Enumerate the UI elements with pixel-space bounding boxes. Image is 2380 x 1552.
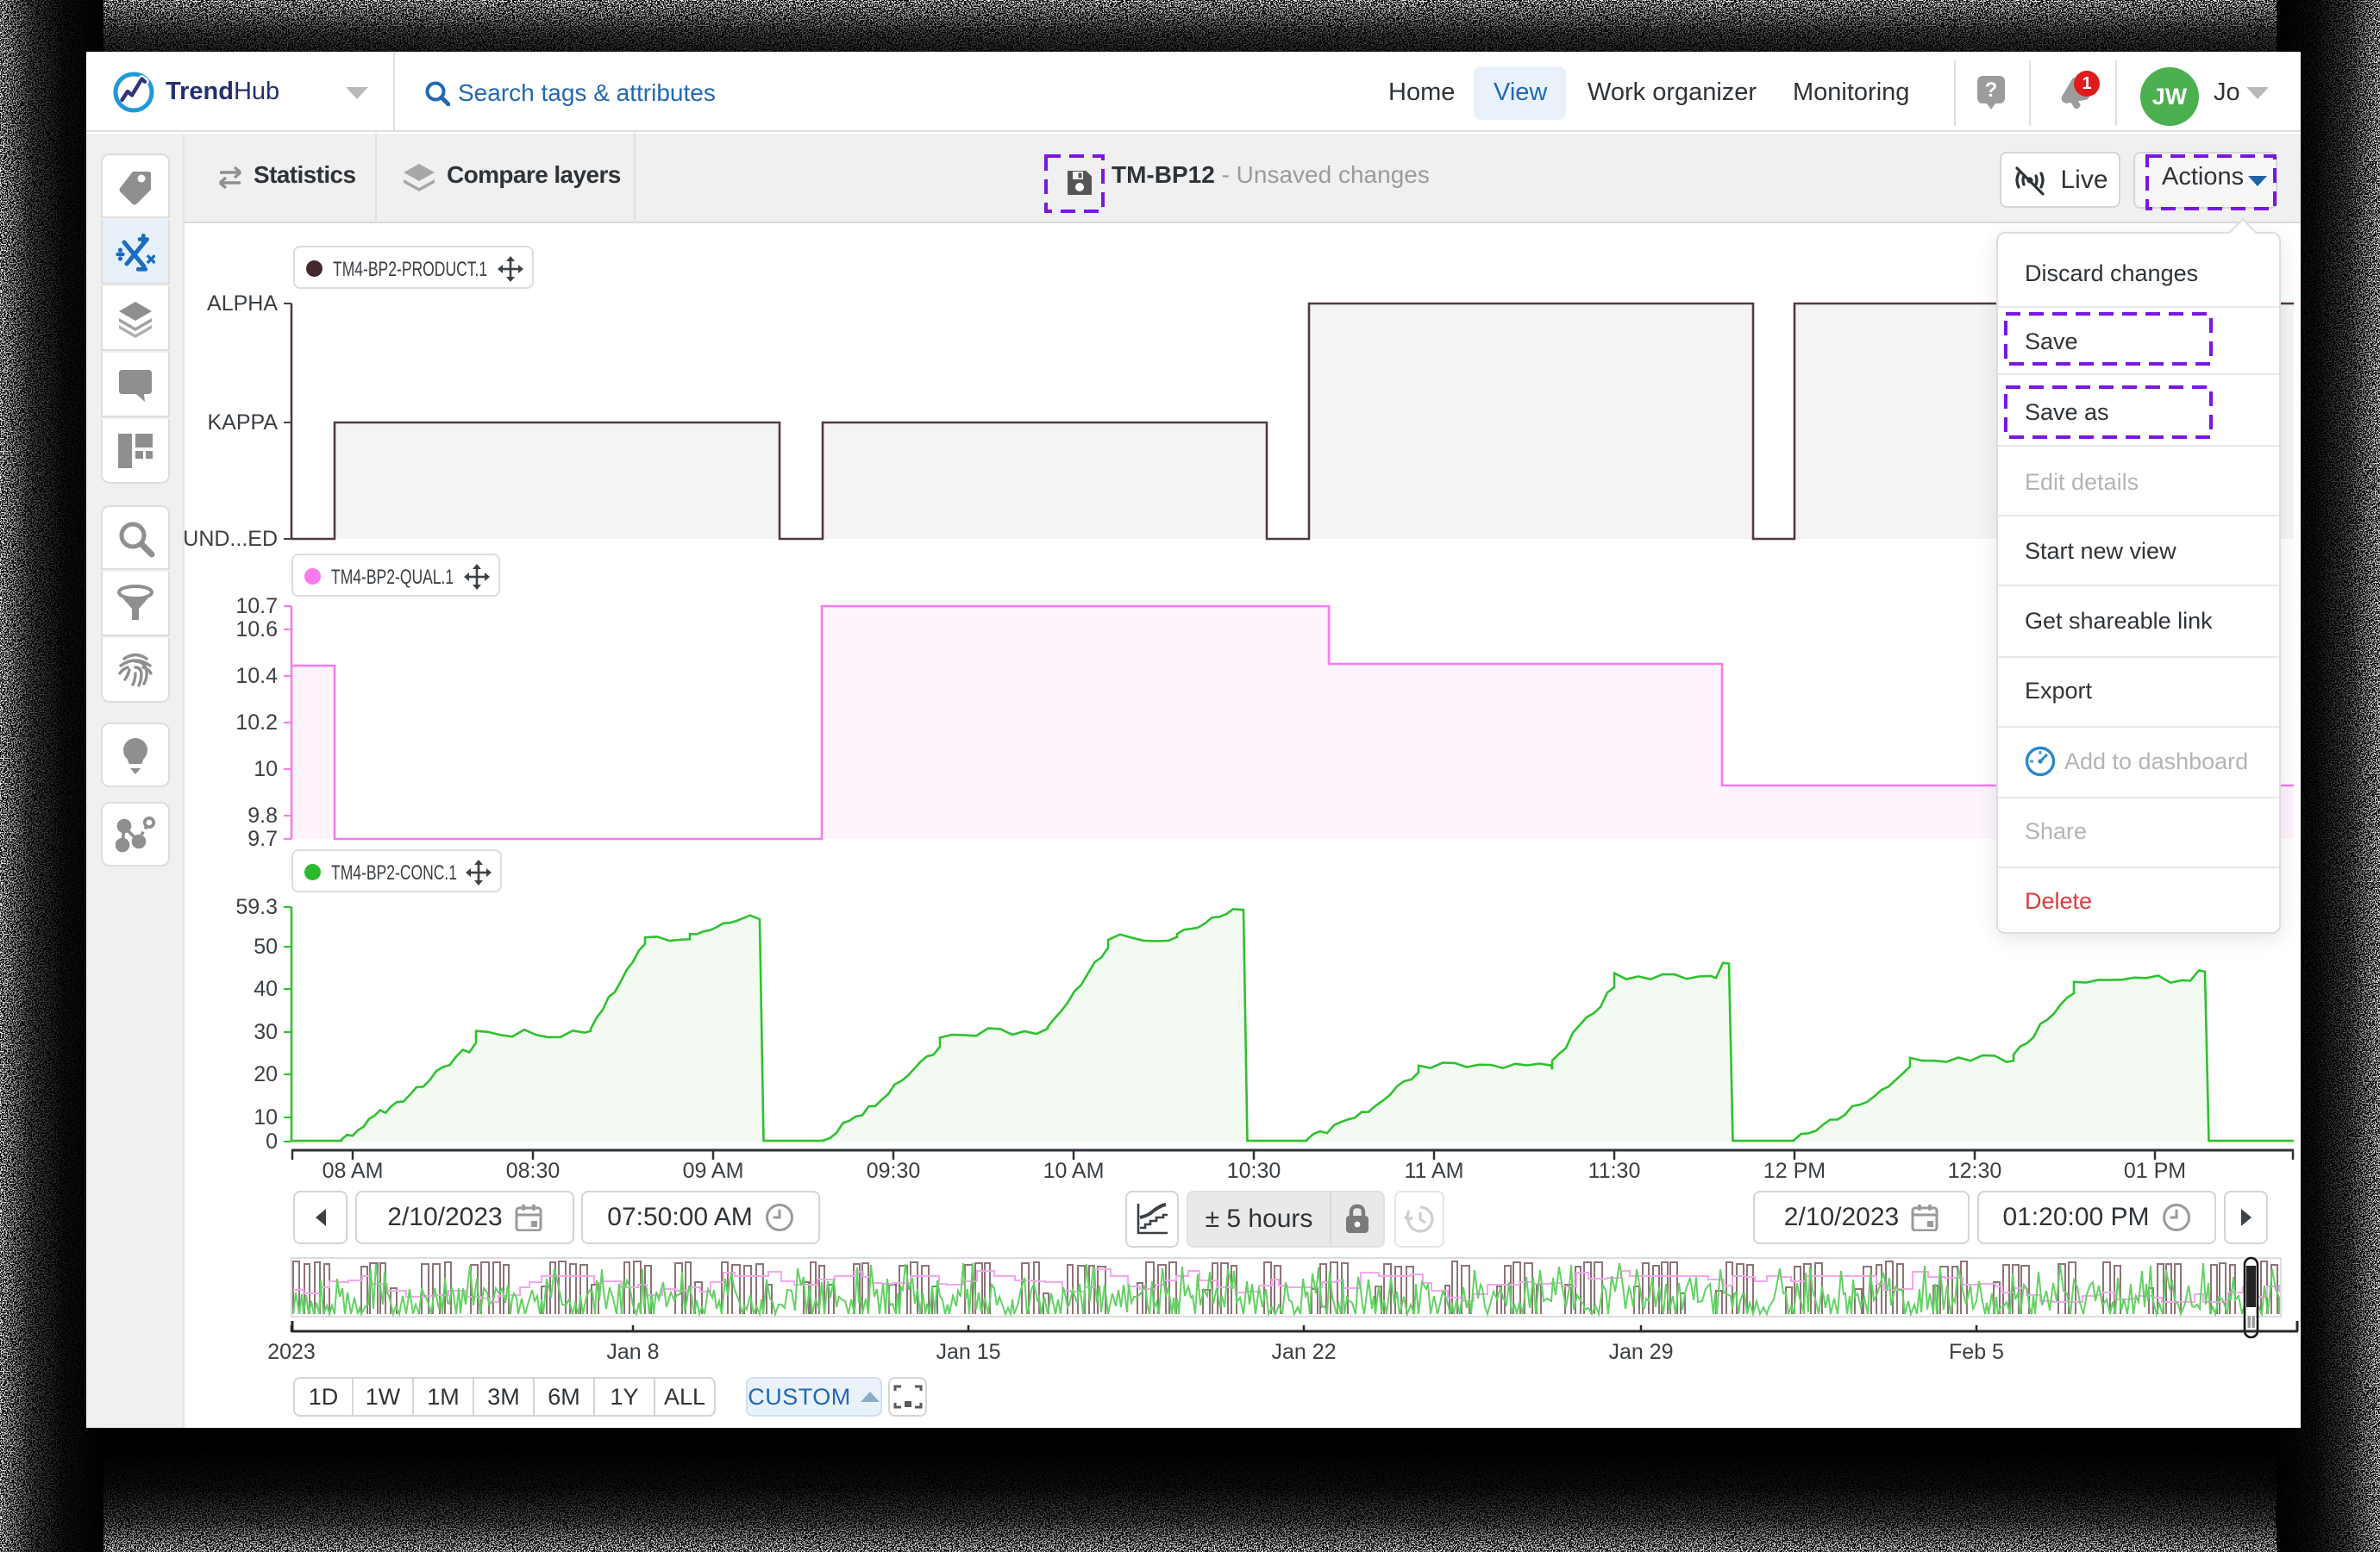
svg-text:10.6: 10.6 — [235, 617, 278, 641]
svg-text:08:30: 08:30 — [506, 1159, 561, 1183]
svg-text:9.8: 9.8 — [247, 804, 278, 828]
svg-text:12:30: 12:30 — [1948, 1159, 2002, 1183]
svg-text:08 AM: 08 AM — [323, 1159, 384, 1183]
svg-text:11:30: 11:30 — [1588, 1159, 1641, 1183]
svg-text:2023: 2023 — [267, 1340, 316, 1364]
svg-text:9.7: 9.7 — [247, 827, 278, 851]
svg-text:10.4: 10.4 — [235, 664, 278, 688]
svg-text:12 PM: 12 PM — [1763, 1159, 1826, 1183]
svg-text:UND...ED: UND...ED — [183, 527, 278, 551]
svg-text:11 AM: 11 AM — [1404, 1159, 1463, 1183]
svg-text:10.2: 10.2 — [235, 710, 278, 735]
svg-text:Feb 5: Feb 5 — [1949, 1340, 2004, 1364]
svg-text:10:30: 10:30 — [1227, 1159, 1281, 1183]
svg-text:10: 10 — [254, 1105, 278, 1130]
svg-text:Jan 22: Jan 22 — [1271, 1340, 1336, 1364]
svg-text:10 AM: 10 AM — [1043, 1159, 1105, 1183]
svg-text:01 PM: 01 PM — [2124, 1159, 2186, 1183]
svg-text:0: 0 — [266, 1130, 278, 1154]
svg-text:59.3: 59.3 — [235, 895, 278, 919]
svg-text:50: 50 — [254, 935, 278, 959]
svg-text:10.7: 10.7 — [235, 594, 278, 618]
svg-text:Jan 8: Jan 8 — [606, 1340, 659, 1364]
svg-text:09 AM: 09 AM — [683, 1159, 744, 1183]
svg-text:?: ? — [1985, 78, 1998, 102]
svg-text:10: 10 — [254, 757, 278, 781]
svg-text:30: 30 — [254, 1020, 278, 1044]
svg-text:Jan 15: Jan 15 — [936, 1340, 1000, 1364]
svg-text:KAPPA: KAPPA — [207, 410, 278, 435]
svg-text:40: 40 — [254, 977, 278, 1001]
svg-text:Jan 29: Jan 29 — [1608, 1340, 1673, 1364]
svg-text:09:30: 09:30 — [867, 1159, 921, 1183]
svg-text:20: 20 — [254, 1062, 278, 1086]
svg-text:ALPHA: ALPHA — [207, 291, 278, 316]
